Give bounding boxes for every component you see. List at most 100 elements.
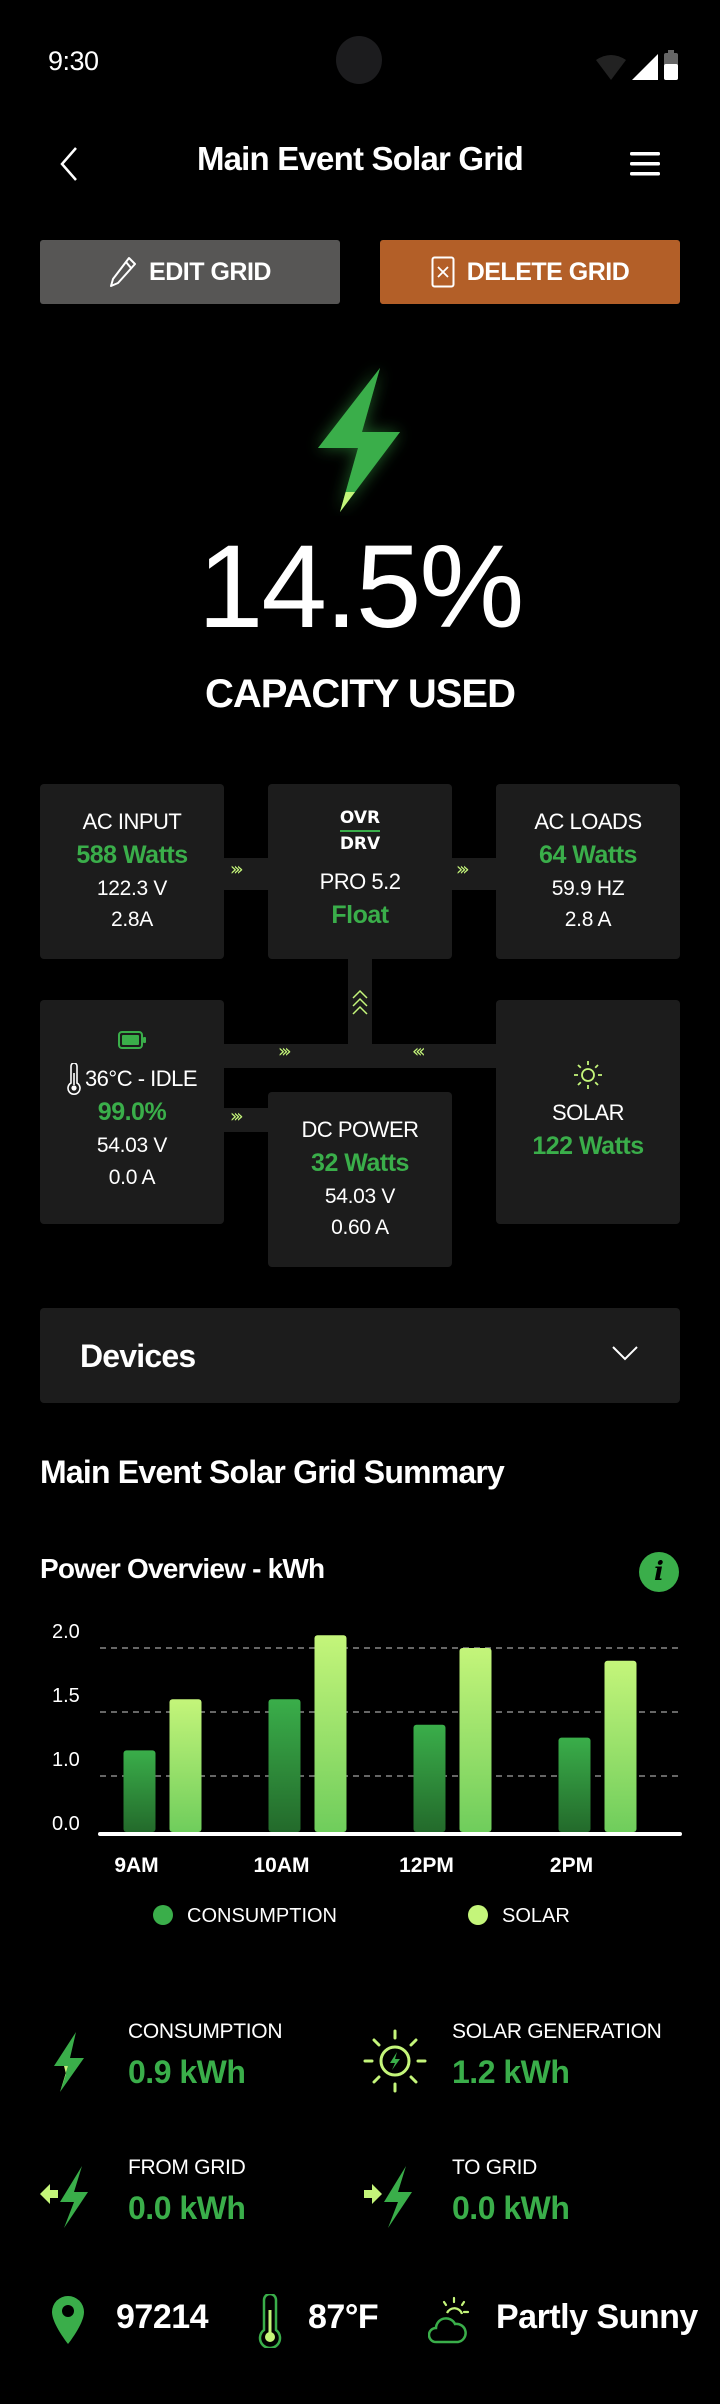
ac-loads-title: AC LOADS bbox=[534, 809, 642, 835]
ac-loads-current: 2.8 A bbox=[564, 908, 612, 932]
x-tick-label: 10AM bbox=[253, 1854, 309, 1877]
ac-input-title: AC INPUT bbox=[82, 809, 182, 835]
battery-current: 0.0 A bbox=[108, 1165, 156, 1189]
flow-arrow-right: ››› bbox=[230, 1106, 243, 1127]
to-grid-label: TO GRID bbox=[452, 2156, 538, 2179]
logo-top: OVR bbox=[339, 810, 381, 833]
bar-consumption bbox=[558, 1737, 591, 1832]
logo-bottom: DRV bbox=[339, 834, 381, 855]
bar-consumption bbox=[413, 1724, 446, 1832]
solar-generation-icon bbox=[363, 2029, 427, 2093]
sun-icon bbox=[574, 1061, 602, 1090]
dc-power-title: DC POWER bbox=[301, 1117, 420, 1143]
capacity-caption: CAPACITY USED bbox=[204, 672, 516, 716]
pencil-icon bbox=[110, 257, 137, 287]
hamburger-menu-icon[interactable] bbox=[630, 150, 660, 178]
y-tick-label: 1.5 bbox=[52, 1685, 80, 1707]
legend-label: CONSUMPTION bbox=[187, 1905, 337, 1927]
inverter-model: PRO 5.2 bbox=[319, 869, 401, 895]
thermometer-icon bbox=[258, 2294, 282, 2348]
y-tick-label: 1.0 bbox=[52, 1749, 80, 1771]
inverter-mode: Float bbox=[331, 900, 389, 929]
to-grid-icon bbox=[364, 2166, 412, 2228]
info-icon[interactable]: i bbox=[639, 1552, 679, 1592]
x-tick-label: 12PM bbox=[399, 1854, 454, 1877]
ac-input-card[interactable]: AC INPUT 588 Watts 122.3 V 2.8A bbox=[40, 784, 224, 959]
zip-code: 97214 bbox=[116, 2298, 209, 2336]
legend-swatch bbox=[153, 1905, 173, 1925]
solar-generation-value: 1.2 kWh bbox=[452, 2054, 570, 2090]
bar-solar bbox=[314, 1635, 347, 1832]
status-time: 9:30 bbox=[48, 46, 99, 76]
delete-grid-label: DELETE GRID bbox=[466, 257, 630, 286]
status-icons bbox=[596, 50, 678, 80]
battery-card[interactable]: 36°C - IDLE 99.0% 54.03 V 0.0 A bbox=[40, 1000, 224, 1224]
delete-grid-button[interactable]: DELETE GRID bbox=[380, 240, 680, 304]
ac-input-power: 588 Watts bbox=[76, 840, 188, 869]
bar-solar bbox=[169, 1699, 202, 1832]
flow-arrow-up bbox=[350, 988, 370, 1018]
ac-loads-power: 64 Watts bbox=[539, 840, 637, 869]
battery-charge: 99.0% bbox=[97, 1098, 167, 1126]
ac-input-voltage: 122.3 V bbox=[96, 876, 168, 900]
x-tick-label: 9AM bbox=[114, 1854, 158, 1877]
ac-input-current: 2.8A bbox=[111, 908, 153, 932]
edit-grid-label: EDIT GRID bbox=[149, 257, 271, 286]
ac-loads-frequency: 59.9 HZ bbox=[551, 876, 625, 900]
x-tick-label: 2PM bbox=[550, 1854, 593, 1877]
edit-grid-button[interactable]: EDIT GRID bbox=[40, 240, 340, 304]
bar-consumption bbox=[123, 1750, 156, 1832]
battery-icon bbox=[118, 1031, 146, 1049]
from-grid-value: 0.0 kWh bbox=[128, 2190, 246, 2226]
battery-voltage: 54.03 V bbox=[96, 1134, 168, 1157]
dc-power-power: 32 Watts bbox=[311, 1148, 409, 1177]
solar-title: SOLAR bbox=[551, 1100, 625, 1126]
consumption-value: 0.9 kWh bbox=[128, 2054, 246, 2090]
devices-label: Devices bbox=[80, 1338, 196, 1374]
thermometer-icon bbox=[67, 1063, 81, 1095]
battery-status: 36°C - IDLE bbox=[67, 1063, 198, 1095]
close-box-icon bbox=[431, 256, 455, 288]
solar-generation-label: SOLAR GENERATION bbox=[452, 2020, 662, 2043]
capacity-percent: 14.5% bbox=[197, 521, 525, 653]
chart-title: Power Overview - kWh bbox=[40, 1553, 325, 1584]
chevron-down-icon bbox=[612, 1346, 638, 1361]
consumption-label: CONSUMPTION bbox=[128, 2020, 283, 2043]
y-tick-label: 0.0 bbox=[52, 1813, 80, 1835]
location-pin-icon bbox=[52, 2296, 84, 2344]
camera-cutout bbox=[336, 36, 382, 84]
y-tick-label: 2.0 bbox=[52, 1621, 80, 1643]
signal-icon bbox=[632, 54, 658, 80]
weather-condition: Partly Sunny bbox=[496, 2298, 698, 2336]
summary-title: Main Event Solar Grid Summary bbox=[40, 1454, 505, 1490]
bar-consumption bbox=[268, 1699, 301, 1832]
from-grid-icon bbox=[40, 2166, 88, 2228]
devices-accordion[interactable]: Devices bbox=[40, 1308, 680, 1403]
dc-power-card[interactable]: DC POWER 32 Watts 54.03 V 0.60 A bbox=[268, 1092, 452, 1267]
solar-card[interactable]: SOLAR 122 Watts bbox=[496, 1000, 680, 1224]
battery-temp-status: 36°C - IDLE bbox=[84, 1065, 198, 1091]
power-overview-chart: 0.0 1.0 1.5 2.0 9AM 10AM 12PM 2PM CONSUMPTION SO… bbox=[52, 1621, 682, 1927]
from-grid-label: FROM GRID bbox=[128, 2156, 246, 2179]
connector-horizontal bbox=[224, 1044, 496, 1068]
to-grid-value: 0.0 kWh bbox=[452, 2190, 570, 2226]
consumption-bolt-icon bbox=[54, 2032, 84, 2092]
battery-icon bbox=[664, 50, 678, 80]
legend-swatch bbox=[468, 1905, 488, 1925]
wifi-icon bbox=[596, 55, 626, 80]
page-title: Main Event Solar Grid bbox=[196, 140, 524, 177]
ovr-drv-logo: OVR DRV bbox=[340, 810, 380, 853]
chevrons-up-icon bbox=[352, 989, 368, 1015]
temperature: 87°F bbox=[308, 2298, 379, 2336]
flow-arrow-right: ››› bbox=[456, 859, 469, 880]
lightning-bolt-icon bbox=[318, 368, 400, 512]
flow-arrow-right: ››› bbox=[230, 859, 243, 880]
ac-loads-card[interactable]: AC LOADS 64 Watts 59.9 HZ 2.8 A bbox=[496, 784, 680, 959]
flow-arrow-right: ››› bbox=[278, 1041, 291, 1062]
flow-arrow-left: ‹‹‹ bbox=[412, 1041, 425, 1062]
dc-power-current: 0.60 A bbox=[331, 1216, 389, 1240]
inverter-card[interactable]: OVR DRV PRO 5.2 Float bbox=[268, 784, 452, 959]
dc-power-voltage: 54.03 V bbox=[324, 1184, 396, 1208]
solar-power: 122 Watts bbox=[532, 1131, 644, 1160]
partly-sunny-icon bbox=[428, 2296, 470, 2344]
